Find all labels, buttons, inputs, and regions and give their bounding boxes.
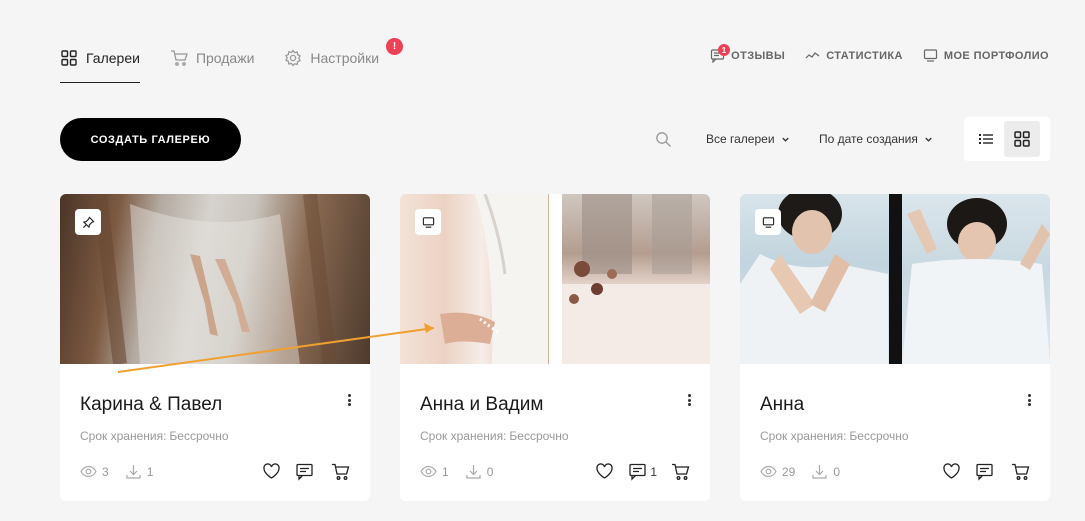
storage-value: Бессрочно xyxy=(509,429,569,443)
cart-icon xyxy=(672,463,690,480)
heart-icon xyxy=(596,463,613,479)
grid-icon xyxy=(60,49,78,67)
downloads-stat: 0 xyxy=(465,463,494,480)
pin-icon[interactable] xyxy=(75,209,101,235)
more-options-icon[interactable] xyxy=(342,392,356,408)
views-count: 29 xyxy=(782,464,796,479)
chevron-down-icon xyxy=(925,137,932,142)
cart-icon xyxy=(332,463,350,480)
favorites-button[interactable] xyxy=(595,462,614,481)
gallery-cover-image[interactable] xyxy=(740,194,1050,364)
downloads-count: 0 xyxy=(833,464,841,479)
comment-icon xyxy=(976,463,993,481)
gallery-filter-dropdown[interactable]: Все галереи xyxy=(706,132,790,146)
storage-value: Бессрочно xyxy=(849,429,909,443)
storage-value: Бессрочно xyxy=(169,429,229,443)
reviews-label: ОТЗЫВЫ xyxy=(731,49,786,62)
chevron-down-icon xyxy=(781,137,789,142)
list-icon xyxy=(979,134,993,144)
list-view-button[interactable] xyxy=(968,121,1004,157)
cart-button[interactable] xyxy=(331,462,350,481)
downloads-count: 1 xyxy=(146,464,154,479)
gallery-cover-image[interactable] xyxy=(60,194,370,364)
portfolio-link[interactable]: МОЕ ПОРТФОЛИО xyxy=(923,48,1049,63)
views-stat: 29 xyxy=(760,463,795,480)
gallery-title[interactable]: Анна и Вадим xyxy=(420,394,543,416)
comments-count: 1 xyxy=(650,464,657,479)
statistics-link[interactable]: СТАТИСТИКА xyxy=(805,48,903,63)
grid-icon xyxy=(1014,131,1030,147)
gallery-card[interactable]: Карина & Павел Срок хранения: Бессрочно 3… xyxy=(60,194,370,501)
gallery-cover-image[interactable] xyxy=(400,194,710,364)
views-stat: 3 xyxy=(80,463,109,480)
gallery-stats: 3 1 xyxy=(80,463,169,480)
grid-view-button[interactable] xyxy=(1004,121,1040,157)
cart-button[interactable] xyxy=(1011,462,1030,481)
portfolio-label: МОЕ ПОРТФОЛИО xyxy=(943,49,1049,62)
cart-icon xyxy=(1012,463,1030,480)
heart-icon xyxy=(943,463,960,479)
favorites-button[interactable] xyxy=(262,462,281,481)
comments-button[interactable] xyxy=(975,462,997,481)
gallery-title[interactable]: Карина & Павел xyxy=(80,394,222,416)
comment-icon xyxy=(629,463,646,481)
comments-button[interactable]: 1 xyxy=(628,462,657,481)
gear-icon xyxy=(284,49,302,67)
tab-settings[interactable]: Настройки ! xyxy=(284,38,404,76)
sort-dropdown[interactable]: По дате создания xyxy=(819,132,933,146)
view-mode-toggle xyxy=(964,117,1050,161)
monitor-icon[interactable] xyxy=(415,209,441,235)
monitor-icon[interactable] xyxy=(755,209,781,235)
downloads-stat: 0 xyxy=(811,463,840,480)
gallery-stats: 29 0 xyxy=(760,463,856,480)
reviews-count-badge: 1 xyxy=(718,44,731,56)
search-icon[interactable] xyxy=(655,131,672,148)
heart-icon xyxy=(263,463,280,479)
create-gallery-button[interactable]: СОЗДАТЬ ГАЛЕРЕЮ xyxy=(60,118,241,161)
cart-icon xyxy=(170,49,188,67)
eye-icon xyxy=(80,465,97,478)
storage-info: Срок хранения: Бессрочно xyxy=(760,429,909,443)
gallery-title[interactable]: Анна xyxy=(760,394,804,416)
comments-button[interactable] xyxy=(295,462,317,481)
storage-info: Срок хранения: Бессрочно xyxy=(80,429,229,443)
card-actions xyxy=(928,462,1030,481)
views-count: 3 xyxy=(102,464,109,479)
sort-value: По дате создания xyxy=(819,132,918,146)
tab-settings-label: Настройки xyxy=(310,50,380,66)
eye-icon xyxy=(420,465,437,478)
more-options-icon[interactable] xyxy=(1022,392,1036,408)
main-nav: Галереи Продажи Настройки ! xyxy=(60,38,409,83)
cart-button[interactable] xyxy=(671,462,690,481)
favorites-button[interactable] xyxy=(942,462,961,481)
download-icon xyxy=(812,465,827,479)
statistics-label: СТАТИСТИКА xyxy=(826,49,903,62)
secondary-nav: 1 ОТЗЫВЫ СТАТИСТИКА МОЕ ПОРТФОЛИО xyxy=(690,44,1049,63)
tab-sales-label: Продажи xyxy=(195,50,255,66)
gallery-card[interactable]: Анна Срок хранения: Бессрочно 29 0 xyxy=(740,194,1050,501)
settings-alert-badge: ! xyxy=(386,38,404,55)
tab-galleries-label: Галереи xyxy=(86,50,140,66)
tab-sales[interactable]: Продажи xyxy=(170,40,254,76)
monitor-icon xyxy=(923,48,938,63)
storage-info: Срок хранения: Бессрочно xyxy=(420,429,569,443)
gallery-card[interactable]: Анна и Вадим Срок хранения: Бессрочно 1 0… xyxy=(400,194,710,501)
reviews-link[interactable]: 1 ОТЗЫВЫ xyxy=(710,44,786,63)
more-options-icon[interactable] xyxy=(682,392,696,408)
download-icon xyxy=(126,465,141,479)
comment-icon xyxy=(296,463,313,481)
card-actions: 1 xyxy=(581,462,690,481)
gallery-filter-value: Все галереи xyxy=(706,132,775,146)
chart-line-icon xyxy=(805,48,820,63)
eye-icon xyxy=(760,465,777,478)
gallery-stats: 1 0 xyxy=(420,463,509,480)
tab-galleries[interactable]: Галереи xyxy=(60,40,140,83)
downloads-stat: 1 xyxy=(125,463,154,480)
views-count: 1 xyxy=(442,464,449,479)
downloads-count: 0 xyxy=(486,464,494,479)
download-icon xyxy=(466,465,481,479)
views-stat: 1 xyxy=(420,463,449,480)
card-actions xyxy=(248,462,350,481)
